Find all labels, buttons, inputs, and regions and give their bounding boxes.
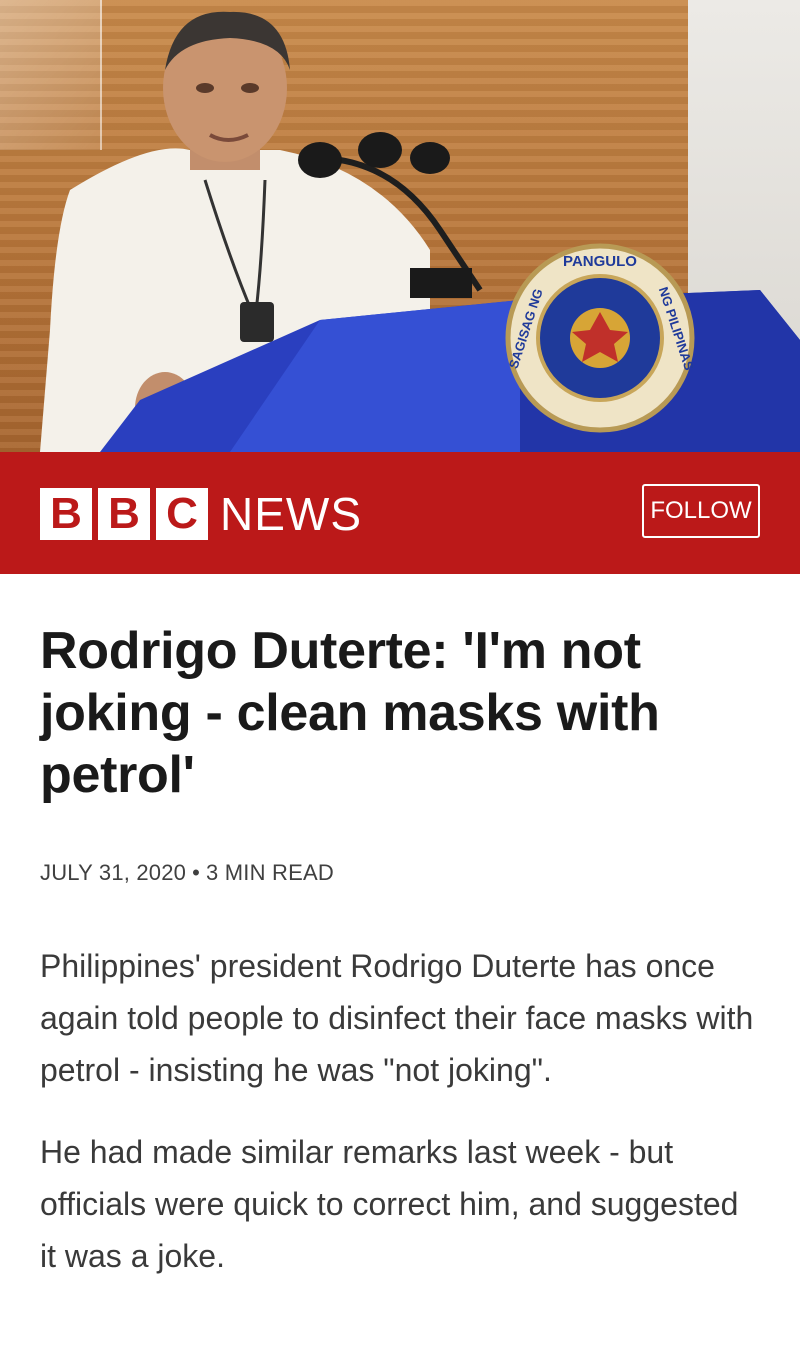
article-meta: JULY 31, 2020 • 3 MIN READ — [40, 860, 760, 886]
article-paragraph: Philippines' president Rodrigo Duterte h… — [40, 948, 754, 1088]
logo-block-b1: B — [40, 488, 92, 540]
meta-separator: • — [192, 860, 201, 885]
publish-date: JULY 31, 2020 — [40, 860, 187, 885]
badge — [240, 302, 274, 342]
article-body: Rodrigo Duterte: 'I'm not joking - clean… — [0, 620, 800, 1282]
bbc-news-logo[interactable]: B B C NEWS — [40, 488, 362, 540]
article-headline: Rodrigo Duterte: 'I'm not joking - clean… — [40, 622, 660, 804]
speaker-at-podium-illustration: PANGULO SAGISAG NG NG PILIPINAS — [40, 11, 800, 452]
logo-block-c: C — [156, 488, 208, 540]
microphone — [298, 142, 342, 178]
seal-text-top: PANGULO — [563, 253, 637, 270]
logo-news-word: NEWS — [220, 488, 362, 540]
logo-block-b2: B — [98, 488, 150, 540]
article-paragraph: He had made similar remarks last week - … — [40, 1134, 739, 1274]
masthead: B B C NEWS FOLLOW — [0, 452, 800, 574]
read-time: 3 MIN READ — [206, 860, 334, 885]
follow-button[interactable]: FOLLOW — [642, 484, 760, 538]
hero-image: PANGULO SAGISAG NG NG PILIPINAS — [0, 0, 800, 452]
